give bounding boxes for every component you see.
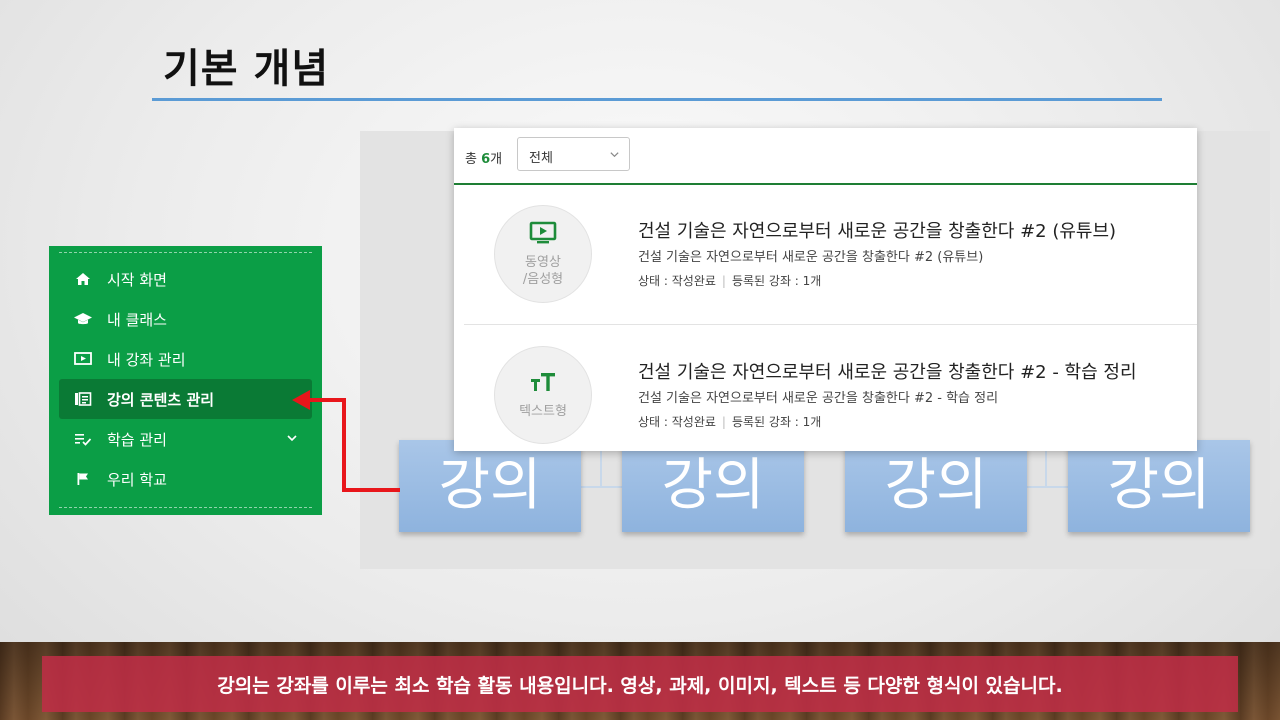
- sidebar-item-learning-manage[interactable]: 학습 관리: [59, 419, 312, 459]
- title-divider: [152, 98, 1162, 101]
- content-type-badge: 텍스트형: [494, 346, 592, 444]
- total-suffix: 개: [490, 152, 503, 167]
- lecture-title[interactable]: 건설 기술은 자연으로부터 새로운 공간을 창출한다 #2 - 학습 정리: [638, 358, 1137, 384]
- sidebar-item-label: 학습 관리: [107, 430, 167, 449]
- sidebar-divider: [59, 507, 312, 508]
- content-type-label: /음성형: [522, 271, 564, 287]
- lecture-description: 건설 기술은 자연으로부터 새로운 공간을 창출한다 #2 - 학습 정리: [638, 391, 999, 406]
- video-play-icon: [529, 221, 557, 250]
- chevron-down-icon: [609, 149, 620, 164]
- sidebar-item-label: 우리 학교: [107, 470, 167, 489]
- registered-courses: 등록된 강좌 : 1개: [731, 274, 822, 288]
- list-item[interactable]: 텍스트형 건설 기술은 자연으로부터 새로운 공간을 창출한다 #2 - 학습 …: [464, 326, 1197, 451]
- sidebar-item-label: 시작 화면: [107, 270, 167, 289]
- graduation-cap-icon: [73, 309, 93, 329]
- list-header: 총 6개 전체: [454, 128, 1197, 185]
- lecture-box: 강의: [622, 440, 804, 532]
- content-type-label: 텍스트형: [519, 403, 567, 419]
- sidebar-item-label: 내 강좌 관리: [107, 350, 186, 369]
- arrow-line: [306, 398, 346, 402]
- lecture-box: 강의: [845, 440, 1027, 532]
- lecture-title[interactable]: 건설 기술은 자연으로부터 새로운 공간을 창출한다 #2 (유튜브): [638, 217, 1116, 243]
- content-list-icon: [73, 389, 93, 409]
- slide-caption: 강의는 강좌를 이루는 최소 학습 활동 내용입니다. 영상, 과제, 이미지,…: [42, 656, 1238, 712]
- lecture-description: 건설 기술은 자연으로부터 새로운 공간을 창출한다 #2 (유튜브): [638, 250, 984, 265]
- checklist-icon: [73, 429, 93, 449]
- home-icon: [73, 269, 93, 289]
- sidebar-item-course-manage[interactable]: 내 강좌 관리: [59, 339, 312, 379]
- diagram-connector: [600, 450, 602, 488]
- diagram-connector: [1045, 450, 1047, 488]
- chevron-down-icon[interactable]: [286, 430, 298, 448]
- total-count-number: 6: [481, 152, 491, 167]
- meta-separator: |: [721, 274, 726, 288]
- diagram-connector: [580, 486, 622, 488]
- sidebar-item-label: 강의 콘텐츠 관리: [107, 390, 215, 409]
- sidebar-item-home[interactable]: 시작 화면: [59, 259, 312, 299]
- sidebar-nav: 시작 화면 내 클래스 내 강좌 관리 강의 콘텐츠 관리 학습 관리 우리 학…: [49, 246, 322, 515]
- sidebar-divider: [59, 252, 312, 253]
- sidebar-item-my-class[interactable]: 내 클래스: [59, 299, 312, 339]
- flag-icon: [73, 469, 93, 489]
- text-size-icon: [530, 371, 556, 398]
- registered-courses: 등록된 강좌 : 1개: [731, 415, 822, 429]
- sidebar-item-our-school[interactable]: 우리 학교: [59, 459, 312, 499]
- content-type-badge: 동영상 /음성형: [494, 205, 592, 303]
- sidebar-item-lecture-content[interactable]: 강의 콘텐츠 관리: [59, 379, 312, 419]
- lecture-list-panel: 총 6개 전체 동영상 /음성형 건설 기술은 자연으로부터 새로운 공간을 창…: [454, 128, 1197, 451]
- meta-separator: |: [721, 415, 726, 429]
- type-filter-select[interactable]: 전체: [517, 137, 630, 171]
- video-screen-icon: [73, 349, 93, 369]
- lecture-status: 상태 : 작성완료: [638, 274, 716, 288]
- lecture-box: 강의: [1068, 440, 1250, 532]
- sidebar-item-label: 내 클래스: [107, 310, 167, 329]
- arrow-line: [342, 488, 400, 492]
- lecture-box: 강의: [399, 440, 581, 532]
- total-count: 총 6개: [465, 148, 502, 167]
- slide-title: 기본 개념: [163, 46, 330, 92]
- arrow-line: [342, 398, 346, 492]
- arrow-head: [292, 390, 310, 410]
- lecture-meta: 상태 : 작성완료 | 등록된 강좌 : 1개: [638, 413, 821, 430]
- total-prefix: 총: [465, 152, 482, 167]
- list-item[interactable]: 동영상 /음성형 건설 기술은 자연으로부터 새로운 공간을 창출한다 #2 (…: [464, 185, 1197, 325]
- filter-selected-value: 전체: [529, 151, 553, 166]
- lecture-status: 상태 : 작성완료: [638, 415, 716, 429]
- content-type-label: 동영상: [525, 254, 561, 270]
- diagram-connector: [1027, 486, 1069, 488]
- lecture-meta: 상태 : 작성완료 | 등록된 강좌 : 1개: [638, 272, 821, 289]
